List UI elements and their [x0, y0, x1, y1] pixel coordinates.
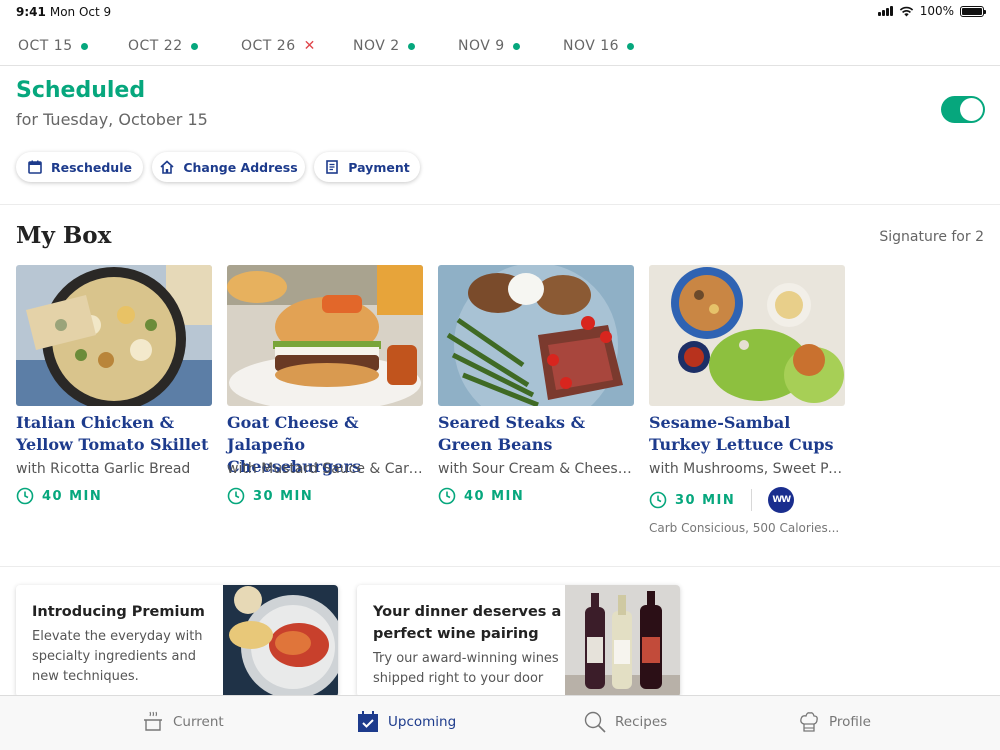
search-icon [584, 711, 606, 733]
recipe-photo [649, 265, 845, 406]
toggle-knob [960, 98, 983, 121]
recipe-card-seared-steaks[interactable]: Seared Steaks & Green Beans with Sour Cr… [438, 265, 634, 505]
schedule-status-title: Scheduled [16, 78, 146, 103]
my-box-title: My Box [16, 222, 112, 249]
date-tab-nov-9[interactable]: NOV 9 [458, 26, 520, 66]
promo-body: Try our award-winning wines shipped righ… [373, 651, 559, 686]
cellular-signal-icon [877, 6, 893, 16]
recipe-subtitle: with Mushrooms, Sweet Pe... [649, 461, 845, 477]
change-address-button[interactable]: Change Address [152, 152, 305, 182]
recipe-card-italian-chicken[interactable]: Italian Chicken & Yellow Tomato Skillet … [16, 265, 212, 505]
clock-icon [438, 487, 456, 505]
reschedule-label: Reschedule [51, 159, 132, 175]
scheduled-dot-icon [80, 42, 88, 50]
date-tab-nov-16[interactable]: NOV 16 [563, 26, 635, 66]
delivery-date-tabs: OCT 15 OCT 22 OCT 26 ✕ NOV 2 NOV 9 NOV 16 [0, 26, 1000, 66]
calendar-check-icon [358, 711, 378, 732]
date-tab-label: OCT 22 [128, 38, 183, 54]
bottom-tab-bar: Current Upcoming Recipes Profile [0, 695, 1000, 750]
tab-upcoming[interactable]: Upcoming [356, 710, 456, 734]
schedule-date-subtitle: for Tuesday, October 15 [16, 110, 208, 129]
cook-time-label: 40 MIN [42, 488, 103, 504]
payment-button[interactable]: Payment [314, 152, 420, 182]
recipe-photo [227, 265, 423, 406]
status-indicators: 100% [877, 4, 986, 18]
chef-hat-icon [800, 712, 818, 732]
promo-photo [223, 585, 338, 697]
promo-text: Your dinner deserves a perfect wine pair… [373, 601, 573, 689]
delivery-toggle[interactable] [941, 96, 985, 123]
date-tab-oct-22[interactable]: OCT 22 [128, 26, 198, 66]
recipe-card-goat-cheese-burgers[interactable]: Goat Cheese & Jalapeño Cheeseburgers wit… [227, 265, 423, 505]
recipe-card-sesame-turkey[interactable]: Sesame-Sambal Turkey Lettuce Cups with M… [649, 265, 845, 535]
cook-time-label: 40 MIN [464, 488, 525, 504]
tab-label: Current [173, 714, 224, 730]
premium-promo-card[interactable]: Introducing Premium Elevate the everyday… [16, 585, 338, 697]
date-tab-label: OCT 15 [18, 38, 73, 54]
promo-title: Your dinner deserves a perfect wine pair… [373, 604, 562, 642]
section-divider [0, 566, 1000, 567]
date-tab-label: NOV 2 [353, 38, 400, 54]
pot-icon [144, 711, 162, 731]
date-tab-oct-26[interactable]: OCT 26 ✕ [241, 26, 316, 66]
reschedule-button[interactable]: Reschedule [16, 152, 143, 182]
recipe-dietary-note: Carb Consicious, 500 Calories... [649, 521, 840, 535]
recipe-title: Sesame-Sambal Turkey Lettuce Cups [649, 413, 834, 454]
cook-time: 30 MIN WW [649, 487, 845, 513]
promo-photo [565, 585, 680, 697]
tab-profile[interactable]: Profile [797, 710, 871, 734]
clock: 9:41 [16, 5, 46, 19]
tab-label: Upcoming [388, 714, 457, 730]
cook-time: 30 MIN [227, 487, 423, 505]
cook-time: 40 MIN [16, 487, 212, 505]
recipe-title: Italian Chicken & Yellow Tomato Skillet [16, 413, 209, 454]
scheduled-dot-icon [512, 42, 520, 50]
scheduled-dot-icon [190, 42, 198, 50]
divider [751, 489, 753, 511]
skipped-x-icon: ✕ [303, 38, 316, 54]
recipe-title: Seared Steaks & Green Beans [438, 413, 586, 454]
receipt-icon [326, 160, 339, 174]
promo-title: Introducing Premium [32, 604, 205, 620]
tab-recipes[interactable]: Recipes [583, 710, 667, 734]
date-tab-oct-15[interactable]: OCT 15 [18, 26, 88, 66]
tab-current[interactable]: Current [141, 710, 224, 734]
recipe-subtitle: with Sour Cream & Cheesy... [438, 461, 634, 477]
wifi-icon [899, 6, 913, 16]
recipe-photo [438, 265, 634, 406]
cook-time: 40 MIN [438, 487, 634, 505]
cook-time-label: 30 MIN [675, 492, 736, 508]
status-bar: 9:41 Mon Oct 9 100% [0, 0, 1000, 24]
scheduled-dot-icon [627, 42, 635, 50]
status-time: 9:41 Mon Oct 9 [16, 5, 111, 19]
clock-icon [16, 487, 34, 505]
recipe-title: Goat Cheese & Jalapeño Cheeseburgers [227, 413, 361, 476]
home-icon [160, 160, 174, 174]
cook-time-label: 30 MIN [253, 488, 314, 504]
date-tab-label: NOV 9 [458, 38, 505, 54]
tab-label: Profile [829, 714, 871, 730]
wine-promo-card[interactable]: Your dinner deserves a perfect wine pair… [357, 585, 680, 697]
plan-label: Signature for 2 [879, 229, 984, 245]
date-tab-label: NOV 16 [563, 38, 620, 54]
promo-body: Elevate the everyday with specialty ingr… [32, 629, 203, 684]
clock-icon [649, 491, 667, 509]
payment-label: Payment [348, 159, 410, 175]
scheduled-dot-icon [407, 42, 415, 50]
date-tab-nov-2[interactable]: NOV 2 [353, 26, 415, 66]
battery-percent: 100% [919, 4, 954, 18]
battery-icon [960, 5, 986, 17]
promo-text: Introducing Premium Elevate the everyday… [32, 601, 212, 687]
recipe-subtitle: with Ricotta Garlic Bread [16, 461, 191, 477]
section-divider [0, 204, 1000, 205]
tab-label: Recipes [615, 714, 668, 730]
status-date: Mon Oct 9 [49, 5, 112, 19]
clock-icon [227, 487, 245, 505]
ww-badge-icon: WW [768, 487, 795, 513]
date-tab-label: OCT 26 [241, 38, 296, 54]
recipe-photo [16, 265, 212, 406]
change-address-label: Change Address [183, 159, 298, 175]
recipe-subtitle: with Mustard Sauce & Carrot [227, 461, 423, 477]
calendar-icon [28, 160, 42, 174]
